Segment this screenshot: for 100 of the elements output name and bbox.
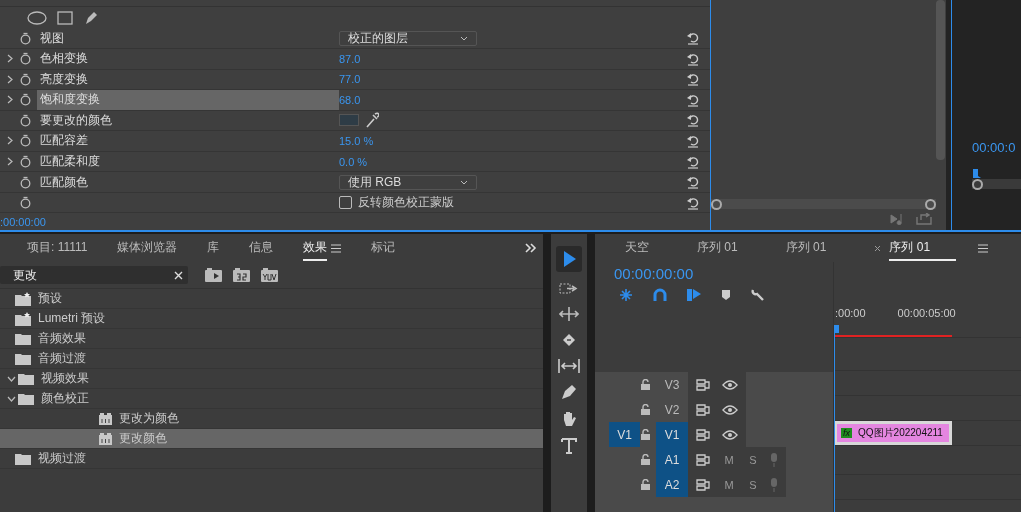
- mute-button[interactable]: M: [722, 453, 736, 466]
- reset-icon[interactable]: [686, 72, 700, 87]
- chevron-right-icon[interactable]: [7, 157, 13, 167]
- panel-tab[interactable]: 信息: [249, 235, 274, 261]
- accelerated-effects-icon[interactable]: [205, 268, 222, 282]
- stopwatch-icon[interactable]: [20, 93, 31, 107]
- wrench-icon[interactable]: [751, 288, 765, 302]
- nest-icon[interactable]: [619, 288, 633, 302]
- reset-icon[interactable]: [686, 133, 700, 148]
- chevron-right-icon[interactable]: [7, 136, 13, 146]
- sequence-tab[interactable]: 序列 01: [785, 235, 827, 261]
- lock-icon[interactable]: [641, 429, 650, 440]
- reset-icon[interactable]: [686, 113, 700, 128]
- yuv-icon[interactable]: [261, 268, 278, 282]
- value-field[interactable]: 77.0: [339, 73, 361, 86]
- menu-icon[interactable]: [331, 243, 342, 253]
- eye-icon[interactable]: [722, 429, 738, 440]
- marker-icon[interactable]: [721, 289, 731, 301]
- pen-icon[interactable]: [560, 383, 578, 401]
- pen-icon[interactable]: [83, 9, 99, 26]
- effects-list-item[interactable]: 音频效果: [0, 329, 543, 349]
- 32-bit-icon[interactable]: [233, 268, 250, 282]
- value-field[interactable]: 0.0 %: [339, 155, 368, 168]
- sync-lock-icon[interactable]: [696, 428, 712, 441]
- stopwatch-icon[interactable]: [20, 196, 31, 210]
- stopwatch-icon[interactable]: [20, 113, 31, 127]
- stopwatch-icon[interactable]: [20, 52, 31, 66]
- sequence-tab[interactable]: 序列 01: [697, 235, 738, 261]
- timecode[interactable]: 00:00:00:00: [595, 265, 833, 282]
- value-field[interactable]: 87.0: [339, 52, 361, 65]
- solo-button[interactable]: S: [746, 478, 760, 491]
- solo-button[interactable]: S: [746, 453, 760, 466]
- sequence-tab[interactable]: 序列 01: [889, 235, 957, 261]
- chevron-down-icon[interactable]: [7, 375, 16, 382]
- eye-icon[interactable]: [722, 379, 738, 390]
- rectangle-mask-icon[interactable]: [57, 10, 73, 25]
- slip-tool-icon[interactable]: [558, 358, 580, 374]
- vertical-scrollbar[interactable]: [936, 0, 945, 160]
- chevron-down-icon[interactable]: [7, 395, 16, 402]
- panel-tab[interactable]: 项目: 11111: [27, 235, 88, 261]
- value-field[interactable]: 15.0 %: [339, 134, 374, 147]
- ellipse-mask-icon[interactable]: [27, 10, 47, 25]
- lock-icon[interactable]: [641, 404, 650, 415]
- time-ruler[interactable]: :00:00 00:00:05:00: [834, 262, 1021, 325]
- stopwatch-icon[interactable]: [20, 72, 31, 86]
- linked-selection-icon[interactable]: [687, 288, 701, 302]
- magnet-icon[interactable]: [653, 288, 667, 302]
- type-tool-icon[interactable]: [561, 437, 577, 455]
- dropdown[interactable]: 校正的图层: [339, 30, 477, 46]
- lock-icon[interactable]: [641, 479, 650, 490]
- clear-icon[interactable]: [174, 270, 183, 280]
- track-target[interactable]: A1: [656, 447, 688, 472]
- track-target[interactable]: A2: [656, 472, 688, 497]
- menu-icon[interactable]: [978, 243, 989, 253]
- reset-icon[interactable]: [686, 31, 700, 46]
- stopwatch-icon[interactable]: [20, 155, 31, 169]
- effects-list-item[interactable]: 音频过渡: [0, 349, 543, 369]
- reset-icon[interactable]: [686, 195, 700, 210]
- effects-list-item[interactable]: 更改颜色: [0, 429, 543, 449]
- double-chevron-icon[interactable]: [525, 243, 537, 253]
- track-target[interactable]: V3: [656, 372, 688, 397]
- effects-list-item[interactable]: 预设: [0, 289, 543, 309]
- reset-icon[interactable]: [686, 51, 700, 66]
- lock-icon[interactable]: [641, 379, 650, 390]
- zoom-scrollbar[interactable]: [972, 179, 1021, 189]
- source-patch[interactable]: V1: [609, 422, 640, 447]
- track-select-icon[interactable]: [559, 281, 579, 297]
- stopwatch-icon[interactable]: [20, 175, 31, 189]
- panel-tab[interactable]: 库: [207, 235, 220, 261]
- panel-tab[interactable]: 效果: [303, 235, 328, 261]
- lock-icon[interactable]: [641, 454, 650, 465]
- sequence-tab[interactable]: 天空: [625, 235, 649, 261]
- ripple-edit-icon[interactable]: [559, 306, 579, 322]
- reset-icon[interactable]: [686, 175, 700, 190]
- effects-list-item[interactable]: 颜色校正: [0, 389, 543, 409]
- mute-button[interactable]: M: [722, 478, 736, 491]
- zoom-scrollbar[interactable]: [711, 199, 936, 209]
- effects-list-item[interactable]: Lumetri 预设: [0, 309, 543, 329]
- sync-lock-icon[interactable]: [696, 478, 712, 491]
- color-swatch[interactable]: [339, 114, 359, 127]
- value-field[interactable]: 68.0: [339, 93, 361, 106]
- sync-lock-icon[interactable]: [696, 403, 712, 416]
- close-icon[interactable]: [874, 244, 882, 252]
- checkbox[interactable]: [339, 196, 352, 210]
- sync-lock-icon[interactable]: [696, 378, 712, 391]
- stopwatch-icon[interactable]: [20, 31, 31, 45]
- search-field[interactable]: 更改: [0, 266, 188, 284]
- panel-tab[interactable]: 标记: [371, 235, 396, 261]
- panel-tab[interactable]: 媒体浏览器: [117, 235, 178, 261]
- stopwatch-icon[interactable]: [20, 134, 31, 148]
- eye-icon[interactable]: [722, 404, 738, 415]
- effects-list-item[interactable]: 视频过渡: [0, 449, 543, 469]
- video-clip[interactable]: fx QQ图片202204211: [834, 421, 952, 445]
- track-target[interactable]: V1: [656, 422, 688, 447]
- reset-icon[interactable]: [686, 92, 700, 107]
- chevron-right-icon[interactable]: [7, 95, 13, 105]
- sync-lock-icon[interactable]: [696, 453, 712, 466]
- selection-tool-icon[interactable]: [556, 246, 582, 272]
- effects-list-item[interactable]: 视频效果: [0, 369, 543, 389]
- dropdown[interactable]: 使用 RGB: [339, 174, 477, 190]
